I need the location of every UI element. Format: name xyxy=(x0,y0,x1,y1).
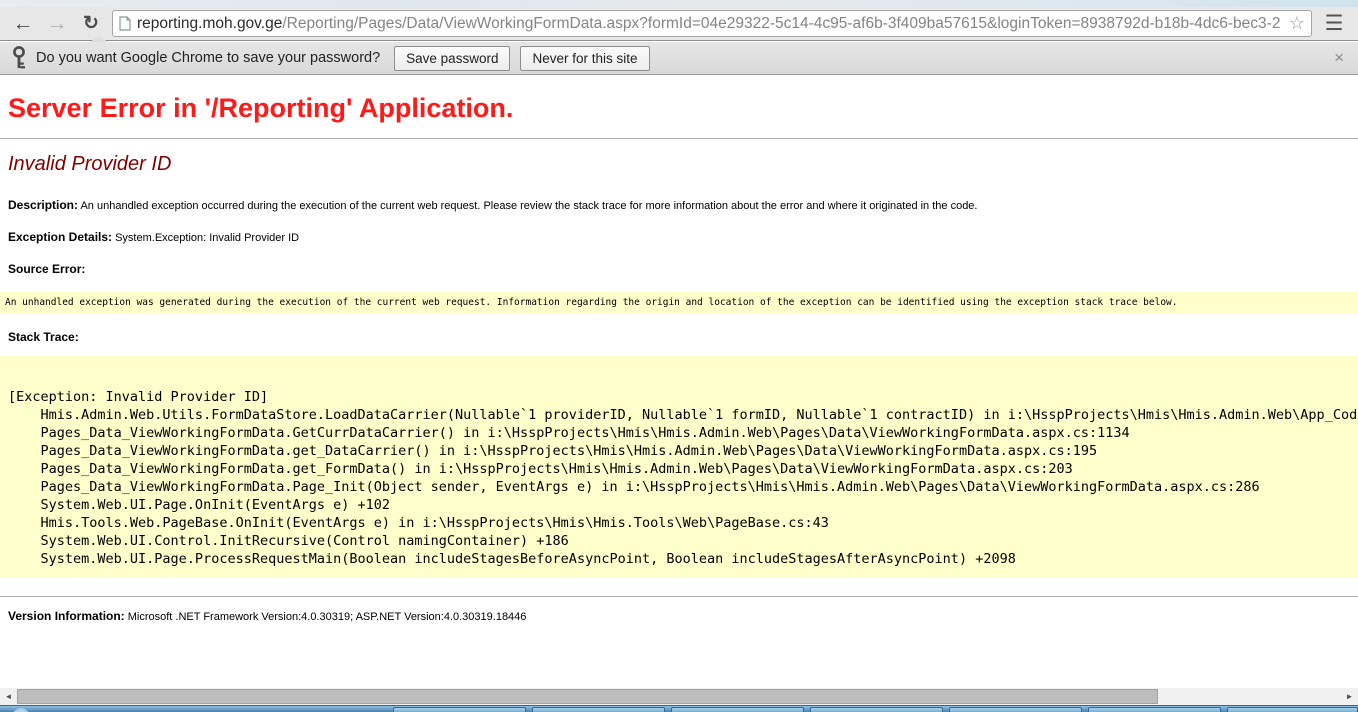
url-text[interactable]: reporting.moh.gov.ge/Reporting/Pages/Dat… xyxy=(137,15,1283,33)
stack-trace-entry: System.Web.UI.Control.InitRecursive(Cont… xyxy=(8,532,1358,550)
stack-trace-entry: Pages_Data_ViewWorkingFormData.Page_Init… xyxy=(8,478,1358,496)
save-password-button[interactable]: Save password xyxy=(394,46,510,71)
active-tab-notch xyxy=(90,36,108,42)
divider xyxy=(0,138,1358,139)
key-icon xyxy=(12,46,26,70)
password-infobar: Do you want Google Chrome to save your p… xyxy=(0,42,1358,75)
description-label: Description: xyxy=(8,198,78,212)
page-title: Server Error in '/Reporting' Application… xyxy=(8,92,1350,124)
taskbar-button[interactable] xyxy=(532,707,665,712)
source-error-label: Source Error: xyxy=(8,262,85,276)
chrome-menu-icon[interactable]: ☰ xyxy=(1320,11,1348,37)
description-line: Description: An unhandled exception occu… xyxy=(8,198,1350,213)
tab-strip xyxy=(0,0,1358,7)
stack-trace-entry: Hmis.Admin.Web.Utils.FormDataStore.LoadD… xyxy=(8,406,1358,424)
taskbar-button[interactable] xyxy=(393,707,526,712)
page-document-icon xyxy=(119,16,131,31)
error-page-content: Server Error in '/Reporting' Application… xyxy=(0,76,1358,688)
stack-trace-entry: Pages_Data_ViewWorkingFormData.get_FormD… xyxy=(8,460,1358,478)
version-information-label: Version Information: xyxy=(8,609,125,623)
scroll-left-arrow-icon[interactable]: ◄ xyxy=(0,688,17,705)
divider xyxy=(0,596,1358,597)
taskbar-button[interactable] xyxy=(671,707,804,712)
version-information-text: Microsoft .NET Framework Version:4.0.303… xyxy=(125,611,527,623)
stack-trace-label: Stack Trace: xyxy=(8,330,79,344)
source-error-text: An unhandled exception was generated dur… xyxy=(5,297,1178,308)
bookmark-star-icon[interactable]: ☆ xyxy=(1289,13,1305,34)
address-bar[interactable]: reporting.moh.gov.ge/Reporting/Pages/Dat… xyxy=(112,10,1312,37)
horizontal-scrollbar[interactable]: ◄ ► xyxy=(0,688,1358,705)
stack-trace-entry: Hmis.Tools.Web.PageBase.OnInit(EventArgs… xyxy=(8,514,1358,532)
stack-trace-entry: [Exception: Invalid Provider ID] xyxy=(8,388,1358,406)
description-text: An unhandled exception occurred during t… xyxy=(78,200,977,212)
infobar-message: Do you want Google Chrome to save your p… xyxy=(36,50,380,66)
scroll-right-arrow-icon[interactable]: ► xyxy=(1341,688,1358,705)
windows-taskbar xyxy=(0,705,1358,712)
forward-icon[interactable]: → xyxy=(44,11,70,37)
infobar-close-icon[interactable]: × xyxy=(1334,48,1346,68)
start-button[interactable] xyxy=(12,708,30,712)
stack-trace-entry: System.Web.UI.Page.ProcessRequestMain(Bo… xyxy=(8,550,1358,568)
version-information-line: Version Information: Microsoft .NET Fram… xyxy=(8,609,1350,624)
error-subtitle: Invalid Provider ID xyxy=(8,152,1350,176)
exception-details-text: System.Exception: Invalid Provider ID xyxy=(112,232,299,244)
source-error-box: An unhandled exception was generated dur… xyxy=(0,292,1358,314)
stack-trace-entry: System.Web.UI.Page.OnInit(EventArgs e) +… xyxy=(8,496,1358,514)
taskbar-button[interactable] xyxy=(1088,707,1221,712)
url-domain: reporting.moh.gov.ge xyxy=(137,15,282,32)
url-path: /Reporting/Pages/Data/ViewWorkingFormDat… xyxy=(282,15,1280,32)
taskbar-button[interactable] xyxy=(810,707,943,712)
never-for-this-site-button[interactable]: Never for this site xyxy=(520,46,649,71)
stack-trace-entry: Pages_Data_ViewWorkingFormData.GetCurrDa… xyxy=(8,424,1358,442)
source-error-line: Source Error: xyxy=(8,262,1350,276)
browser-toolbar: ← → ↻ reporting.moh.gov.ge/Reporting/Pag… xyxy=(0,7,1358,41)
exception-details-label: Exception Details: xyxy=(8,230,112,244)
taskbar-button[interactable] xyxy=(1227,707,1358,712)
stack-trace-entry: Pages_Data_ViewWorkingFormData.get_DataC… xyxy=(8,442,1358,460)
back-icon[interactable]: ← xyxy=(10,11,36,37)
browser-window: ← → ↻ reporting.moh.gov.ge/Reporting/Pag… xyxy=(0,0,1358,712)
taskbar-button[interactable] xyxy=(949,707,1082,712)
scrollbar-thumb[interactable] xyxy=(17,689,1158,704)
exception-details-line: Exception Details: System.Exception: Inv… xyxy=(8,230,1350,245)
reload-icon[interactable]: ↻ xyxy=(78,11,104,37)
stack-trace-box: [Exception: Invalid Provider ID] Hmis.Ad… xyxy=(0,356,1358,578)
stack-trace-line: Stack Trace: xyxy=(8,330,1350,344)
